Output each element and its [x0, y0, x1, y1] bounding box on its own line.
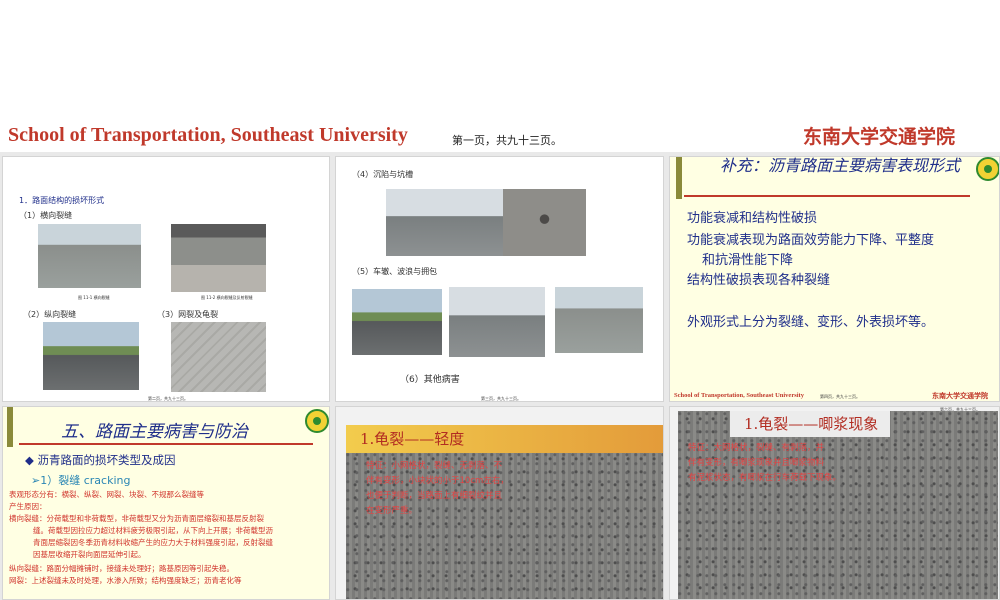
university-logo	[976, 157, 999, 181]
item-rutting: （5）车辙、波浪与拥包	[352, 267, 438, 276]
body-line-1: 表观形态分有：横裂、纵裂、网裂、块裂、不规那么裂缝等	[9, 490, 204, 499]
photo-alligator-crack	[171, 322, 266, 392]
body-line-5: 青面层缩裂因冬季沥青材料收缩产生的应力大于材料强度引起，反射裂缝	[33, 538, 273, 547]
photo-transverse-crack	[38, 224, 141, 288]
body-line-6: 因基层收缩开裂向面层延伸引起。	[33, 550, 146, 559]
overlay-line-3: 也便于判断，当路面上有细裂纹并且	[366, 491, 503, 501]
header-banner: School of Transportation, Southeast Univ…	[0, 0, 1000, 152]
page-info: 第一页，共九十三页。	[452, 134, 562, 147]
caption-2: 图 11-2 横向裂缝及反射裂缝	[201, 295, 253, 300]
photo-pothole	[503, 189, 586, 256]
overlay-line-3: 有泥浆状态，有唧浆在行车荷载下现象。	[688, 473, 842, 483]
line-1: 功能衰减和结构性破损	[687, 211, 818, 226]
photo-rutting-3	[555, 287, 643, 353]
line-4: 结构性破损表现各种裂缝	[687, 273, 831, 288]
item-transverse-crack: （1）横向裂缝	[19, 211, 73, 220]
title-underline	[19, 443, 313, 445]
photo-pumping-crack	[678, 411, 998, 599]
footer-school-en: School of Transportation, Southeast Univ…	[674, 392, 804, 399]
body-line-4: 缝。荷载型因拉应力超过材料疲劳极限引起，从下向上开展；非荷载型沥	[33, 526, 273, 535]
photo-rutting-2	[449, 287, 545, 357]
footer-school-cn: 东南大学交通学院	[932, 392, 988, 400]
title-accent-bar	[676, 157, 682, 199]
slide-title: 1.龟裂——唧浆现象	[730, 411, 890, 437]
slide-footer: 第三页，共九十三页。	[481, 396, 521, 401]
slide-heading: 1．路面结构的损坏形式	[19, 196, 105, 205]
body-line-8: 网裂：上述裂缝未及时处理，水渗入所致；结构强度缺乏；沥青老化等	[9, 576, 242, 585]
photo-subsidence	[386, 189, 505, 256]
item-other-distress: （6）其他病害	[400, 375, 460, 385]
slide-thumbnail-3[interactable]: （4）沉陷与坑槽 （5）车辙、波浪与拥包 （6）其他病害 第三页，共九十三页。	[335, 156, 664, 402]
overlay-line-2: 伴有变形，小块状的小于10cm左右，	[366, 476, 509, 486]
overlay-text: 特征：大网格状，裂缝、有剥落，并 伴有变形，有唧浆现象并且唧浆物料 有泥浆状态，…	[688, 441, 908, 486]
caption-1: 图 11-1 横向裂缝	[78, 295, 110, 300]
overlay-line-2: 伴有变形，有唧浆现象并且唧浆物料	[688, 458, 825, 468]
slide-title: 补充：沥青路面主要病害表现形式	[719, 156, 960, 175]
item-alligator-crack: （3）网裂及龟裂	[157, 310, 219, 319]
slide-thumbnail-7[interactable]: 第六页，共九十三页。 1.龟裂——唧浆现象 特征：大网格状，裂缝、有剥落，并 伴…	[669, 406, 1000, 600]
line-2: 功能衰减表现为路面效劳能力下降、平整度	[687, 233, 935, 248]
university-logo	[305, 409, 329, 433]
overlay-line-1: 特征：大网格状，裂缝、有剥落，并	[688, 443, 825, 453]
slide-footer: 第二页，共九十三页。	[148, 396, 188, 401]
sub-heading-cracking: ➢1）裂缝 cracking	[31, 474, 131, 487]
school-name-en: School of Transportation, Southeast Univ…	[8, 124, 408, 146]
photo-longitudinal-crack	[43, 322, 139, 390]
overlay-line-1: 特征：小网格状，裂缝、无剥落、不	[366, 461, 503, 471]
school-name-cn: 东南大学交通学院	[803, 126, 956, 148]
slide-thumbnail-4[interactable]: 补充：沥青路面主要病害表现形式 功能衰减和结构性破损 功能衰减表现为路面效劳能力…	[669, 156, 1000, 402]
slide-thumbnail-6[interactable]: 1.龟裂——轻度 特征：小网格状，裂缝、无剥落、不 伴有变形，小块状的小于10c…	[335, 406, 664, 600]
body-line-7: 纵向裂缝：路面分幅摊铺时，接缝未处理好；路基原因等引起失稳。	[9, 564, 234, 573]
line-3: 和抗滑性能下降	[702, 253, 794, 268]
slide-title: 1.龟裂——轻度	[346, 425, 663, 453]
overlay-line-4: 在变形严重。	[366, 506, 418, 516]
bullet-heading: ◆ 沥青路面的损坏类型及成因	[25, 453, 176, 467]
title-accent-bar	[7, 407, 13, 447]
body-line-3: 横向裂缝：分荷载型和非荷载型，非荷载型又分为沥青面层缩裂和基层反射裂	[9, 514, 264, 523]
line-5: 外观形式上分为裂缝、变形、外表损坏等。	[687, 315, 935, 330]
slide-thumbnail-5[interactable]: 五、路面主要病害与防治 ◆ 沥青路面的损坏类型及成因 ➢1）裂缝 crackin…	[2, 406, 330, 600]
overlay-text: 特征：小网格状，裂缝、无剥落、不 伴有变形，小块状的小于10cm左右， 也便于判…	[366, 459, 576, 519]
photo-reflective-crack	[171, 224, 266, 292]
body-line-2: 产生原因：	[9, 502, 47, 511]
photo-rutting-1	[352, 289, 442, 355]
item-subsidence-pothole: （4）沉陷与坑槽	[352, 170, 414, 179]
footer-page: 第四页，共九十三页。	[820, 394, 860, 399]
item-longitudinal-crack: （2）纵向裂缝	[23, 310, 77, 319]
slide-thumbnail-2[interactable]: 1．路面结构的损坏形式 （1）横向裂缝 图 11-1 横向裂缝 图 11-2 横…	[2, 156, 330, 402]
title-underline	[684, 195, 970, 197]
slide-title: 五、路面主要病害与防治	[61, 422, 248, 442]
